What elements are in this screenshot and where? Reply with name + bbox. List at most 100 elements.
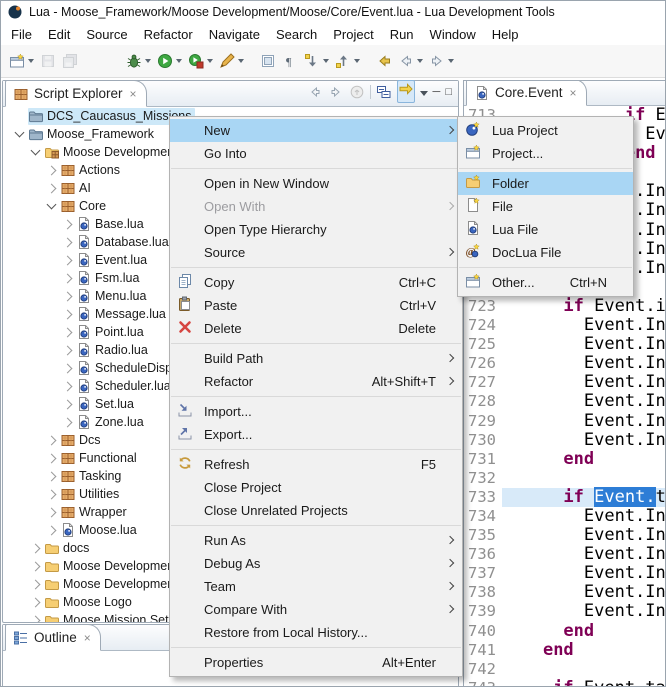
chevron-right-icon[interactable] (63, 399, 73, 409)
nav-forward-icon[interactable] (328, 84, 344, 100)
menu-item-import-[interactable]: Import... (170, 400, 462, 423)
menubar-item-search[interactable]: Search (268, 25, 325, 44)
chevron-right-icon[interactable] (47, 183, 57, 193)
chevron-right-icon[interactable] (63, 273, 73, 283)
close-icon[interactable]: × (130, 87, 137, 101)
code-line-735[interactable]: 735 Event.IniDCSUnitName = Event.IniDCSU… (464, 526, 666, 545)
code-line-730[interactable]: 730 Event.IniGroupName = Event.IniDCSGro… (464, 431, 666, 450)
chevron-right-icon[interactable] (63, 327, 73, 337)
menu-item-delete[interactable]: DeleteDelete (170, 317, 462, 340)
menu-item-file[interactable]: File (458, 195, 633, 218)
chevron-right-icon[interactable] (47, 489, 57, 499)
code-line-738[interactable]: 738 Event.IniDCSGroup = Event.IniDCSUnit… (464, 583, 666, 602)
menu-item-refresh[interactable]: RefreshF5 (170, 453, 462, 476)
run-dropdown-icon[interactable] (176, 59, 182, 63)
forward-dropdown-icon[interactable] (448, 59, 454, 63)
chevron-right-icon[interactable] (47, 453, 57, 463)
chevron-down-icon[interactable] (15, 128, 25, 138)
chevron-right-icon[interactable] (63, 381, 73, 391)
tab-script-explorer[interactable]: Script Explorer × (5, 80, 147, 107)
menu-item-debug-as[interactable]: Debug As (170, 552, 462, 575)
back-button[interactable] (396, 49, 425, 73)
external-tools-button[interactable] (217, 49, 246, 73)
close-icon[interactable]: × (570, 86, 577, 100)
link-with-editor-button[interactable] (397, 80, 415, 103)
code-line-739[interactable]: 739 Event.IniDCSGroupName = Event.IniDCS… (464, 602, 666, 621)
menubar-item-edit[interactable]: Edit (40, 25, 78, 44)
next-annotation-dropdown-icon[interactable] (323, 59, 329, 63)
chevron-right-icon[interactable] (31, 543, 41, 553)
minimize-icon[interactable]: ─ (433, 86, 441, 98)
code-line-731[interactable]: 731 end (464, 450, 666, 469)
menubar-item-source[interactable]: Source (78, 25, 135, 44)
show-whitespace-button[interactable]: ¶ (280, 49, 300, 73)
menu-item-run-as[interactable]: Run As (170, 529, 462, 552)
menu-item-export-[interactable]: Export... (170, 423, 462, 446)
code-line-740[interactable]: 740 end (464, 622, 666, 641)
code-line-734[interactable]: 734 Event.IniDCSUnit = Event.target (464, 507, 666, 526)
code-line-727[interactable]: 727 Event.IniUnit = UNIT:FindByName( Eve… (464, 373, 666, 392)
link-editor-icon[interactable] (398, 81, 414, 97)
external-tools-dropdown-icon[interactable] (238, 59, 244, 63)
new-wizard-button[interactable] (7, 49, 36, 73)
back-dropdown-icon[interactable] (417, 59, 423, 63)
debug-dropdown-icon[interactable] (145, 59, 151, 63)
menu-item-other-[interactable]: Other...Ctrl+N (458, 271, 633, 294)
nav-back-icon[interactable] (307, 84, 323, 100)
tab-outline[interactable]: Outline × (5, 624, 101, 651)
menubar-item-window[interactable]: Window (422, 25, 484, 44)
menu-item-lua-project[interactable]: Lua Project (458, 119, 633, 142)
chevron-right-icon[interactable] (47, 525, 57, 535)
chevron-right-icon[interactable] (47, 165, 57, 175)
maximize-icon[interactable]: □ (445, 86, 452, 98)
chevron-right-icon[interactable] (63, 291, 73, 301)
chevron-right-icon[interactable] (47, 435, 57, 445)
chevron-right-icon[interactable] (63, 417, 73, 427)
prev-annotation-dropdown-icon[interactable] (354, 59, 360, 63)
code-line-742[interactable]: 742 (464, 660, 666, 679)
collapse-all-icon[interactable] (376, 84, 392, 100)
code-line-737[interactable]: 737 Event.IniUnit = UNIT:FindByName( Eve… (464, 564, 666, 583)
chevron-down-icon[interactable] (47, 200, 57, 210)
open-element-button[interactable] (258, 49, 278, 73)
code-line-741[interactable]: 741 end (464, 641, 666, 660)
chevron-right-icon[interactable] (47, 507, 57, 517)
menu-item-copy[interactable]: CopyCtrl+C (170, 271, 462, 294)
forward-button[interactable] (427, 49, 456, 73)
code-line-726[interactable]: 726 Event.IniUnitName = Event.IniDCSUnit… (464, 354, 666, 373)
chevron-right-icon[interactable] (63, 219, 73, 229)
view-menu-icon[interactable] (420, 91, 428, 96)
menu-item-refactor[interactable]: RefactorAlt+Shift+T (170, 370, 462, 393)
chevron-right-icon[interactable] (63, 345, 73, 355)
code-line-723[interactable]: 723 if Event.initiator then (464, 297, 666, 316)
debug-button[interactable] (124, 49, 153, 73)
menu-item-open-in-new-window[interactable]: Open in New Window (170, 172, 462, 195)
menubar-item-project[interactable]: Project (325, 25, 381, 44)
chevron-right-icon[interactable] (47, 471, 57, 481)
close-icon[interactable]: × (84, 631, 91, 645)
code-line-733[interactable]: 733 if Event.target then (464, 488, 666, 507)
coverage-dropdown-icon[interactable] (207, 59, 213, 63)
chevron-right-icon[interactable] (63, 255, 73, 265)
chevron-right-icon[interactable] (31, 615, 41, 622)
code-line-736[interactable]: 736 Event.IniUnitName = Event.IniDCSUnit… (464, 545, 666, 564)
tab-core-event[interactable]: Core.Event × (466, 80, 587, 106)
menu-item-restore-from-local-history-[interactable]: Restore from Local History... (170, 621, 462, 644)
menu-item-open-type-hierarchy[interactable]: Open Type Hierarchy (170, 218, 462, 241)
menu-item-team[interactable]: Team (170, 575, 462, 598)
menu-item-close-unrelated-projects[interactable]: Close Unrelated Projects (170, 499, 462, 522)
menu-item-properties[interactable]: PropertiesAlt+Enter (170, 651, 462, 674)
new-wizard-dropdown-icon[interactable] (28, 59, 34, 63)
chevron-right-icon[interactable] (31, 579, 41, 589)
menu-item-paste[interactable]: PasteCtrl+V (170, 294, 462, 317)
menu-item-close-project[interactable]: Close Project (170, 476, 462, 499)
code-line-732[interactable]: 732 (464, 469, 666, 488)
menu-item-compare-with[interactable]: Compare With (170, 598, 462, 621)
menu-item-go-into[interactable]: Go Into (170, 142, 462, 165)
code-line-728[interactable]: 728 Event.IniDCSGroup = Event.IniDCSUnit… (464, 392, 666, 411)
menu-item-source[interactable]: Source (170, 241, 462, 264)
code-line-729[interactable]: 729 Event.IniDCSGroupName = Event.IniDCS… (464, 412, 666, 431)
prev-annotation-button[interactable] (333, 49, 362, 73)
menubar-item-run[interactable]: Run (382, 25, 422, 44)
menubar-item-help[interactable]: Help (484, 25, 527, 44)
